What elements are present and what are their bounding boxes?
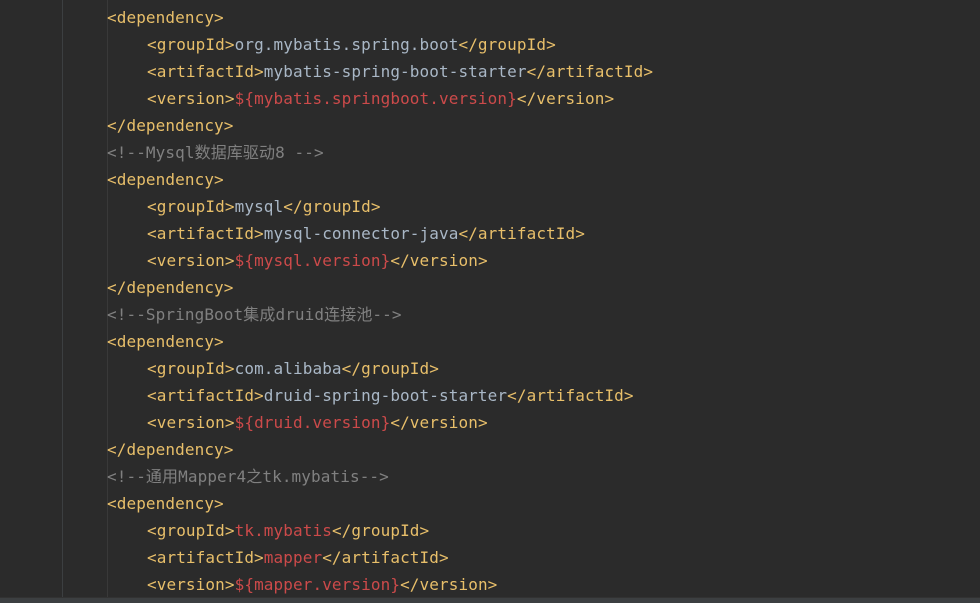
code-line[interactable]: <artifactId>mybatis-spring-boot-starter<… <box>0 58 980 85</box>
property-placeholder: tk.mybatis <box>234 521 332 540</box>
xml-tag: <artifactId> <box>147 548 264 567</box>
code-line[interactable]: <!--通用Mapper4之tk.mybatis--> <box>0 463 980 490</box>
xml-tag: <artifactId> <box>147 386 264 405</box>
code-line-content: <version>${mybatis.springboot.version}</… <box>147 85 614 112</box>
property-placeholder: ${mybatis.springboot.version} <box>234 89 517 108</box>
xml-tag: </dependency> <box>107 278 234 297</box>
code-line[interactable]: <!--SpringBoot集成druid连接池--> <box>0 301 980 328</box>
xml-tag: </dependency> <box>107 116 234 135</box>
code-editor[interactable]: <dependency> <groupId>org.mybatis.spring.… <box>0 0 980 603</box>
xml-tag: <groupId> <box>147 359 235 378</box>
code-line-content: <!--Mysql数据库驱动8 --> <box>107 139 324 166</box>
xml-comment: <!--SpringBoot集成druid连接池--> <box>107 305 402 324</box>
xml-tag: </version> <box>390 413 488 432</box>
code-line-content: <version>${mapper.version}</version> <box>147 571 497 598</box>
xml-tag: <artifactId> <box>147 62 264 81</box>
code-line[interactable]: <artifactId>mysql-connector-java</artifa… <box>0 220 980 247</box>
text-value: org.mybatis.spring.boot <box>234 35 459 54</box>
xml-tag: </version> <box>390 251 488 270</box>
code-line-content: <dependency> <box>107 490 224 517</box>
code-line-content: <dependency> <box>107 166 224 193</box>
xml-tag: <groupId> <box>147 521 235 540</box>
code-line[interactable]: <groupId>mysql</groupId> <box>0 193 980 220</box>
code-line[interactable]: </dependency> <box>0 112 980 139</box>
code-line[interactable]: <version>${druid.version}</version> <box>0 409 980 436</box>
code-line[interactable]: <groupId>com.alibaba</groupId> <box>0 355 980 382</box>
property-placeholder: ${druid.version} <box>234 413 391 432</box>
code-line-content: <version>${mysql.version}</version> <box>147 247 488 274</box>
xml-tag: <version> <box>147 251 235 270</box>
code-line[interactable]: </dependency> <box>0 274 980 301</box>
xml-comment: <!--Mysql数据库驱动8 --> <box>107 143 324 162</box>
code-line-content: <artifactId>mysql-connector-java</artifa… <box>147 220 585 247</box>
code-line[interactable]: <dependency> <box>0 166 980 193</box>
xml-tag: <dependency> <box>107 8 224 27</box>
code-line-content: <groupId>org.mybatis.spring.boot</groupI… <box>147 31 556 58</box>
xml-tag: <artifactId> <box>147 224 264 243</box>
code-line[interactable]: <!--Mysql数据库驱动8 --> <box>0 139 980 166</box>
xml-tag: </artifactId> <box>458 224 585 243</box>
property-placeholder: ${mysql.version} <box>234 251 391 270</box>
xml-tag: </groupId> <box>341 359 439 378</box>
code-line-content: <!--SpringBoot集成druid连接池--> <box>107 301 402 328</box>
xml-tag: </version> <box>516 89 615 108</box>
text-value: mybatis-spring-boot-starter <box>263 62 527 81</box>
code-line[interactable]: <groupId>org.mybatis.spring.boot</groupI… <box>0 31 980 58</box>
xml-tag: </version> <box>400 575 498 594</box>
xml-tag: <dependency> <box>107 170 224 189</box>
code-line[interactable]: <artifactId>mapper</artifactId> <box>0 544 980 571</box>
xml-tag: <dependency> <box>107 494 224 513</box>
text-value: com.alibaba <box>234 359 342 378</box>
code-line-content: <groupId>mysql</groupId> <box>147 193 381 220</box>
code-line-content: </dependency> <box>107 112 234 139</box>
code-line[interactable]: <dependency> <box>0 328 980 355</box>
code-line-content: <artifactId>mapper</artifactId> <box>147 544 449 571</box>
code-lines[interactable]: <dependency> <groupId>org.mybatis.spring.… <box>0 4 980 598</box>
code-line-content: <version>${druid.version}</version> <box>147 409 488 436</box>
code-line-content: </dependency> <box>107 436 234 463</box>
code-line[interactable]: <version>${mapper.version}</version> <box>0 571 980 598</box>
code-line-content: </dependency> <box>107 274 234 301</box>
code-line-content: <artifactId>druid-spring-boot-starter</a… <box>147 382 634 409</box>
xml-comment: <!--通用Mapper4之tk.mybatis--> <box>107 467 389 486</box>
code-line[interactable]: <version>${mybatis.springboot.version}</… <box>0 85 980 112</box>
xml-tag: </groupId> <box>331 521 430 540</box>
code-line[interactable]: </dependency> <box>0 436 980 463</box>
xml-tag: <version> <box>147 89 235 108</box>
xml-tag: <dependency> <box>107 332 224 351</box>
xml-tag: <groupId> <box>147 197 235 216</box>
code-line[interactable]: <version>${mysql.version}</version> <box>0 247 980 274</box>
code-line[interactable]: <groupId>tk.mybatis</groupId> <box>0 517 980 544</box>
xml-tag: </artifactId> <box>507 386 634 405</box>
text-value: mysql-connector-java <box>263 224 459 243</box>
xml-tag: </artifactId> <box>526 62 654 81</box>
code-line-content: <!--通用Mapper4之tk.mybatis--> <box>107 463 389 490</box>
xml-tag: <version> <box>147 575 235 594</box>
text-value: mysql <box>234 197 284 216</box>
property-placeholder: mapper <box>263 548 323 567</box>
xml-tag: </groupId> <box>283 197 381 216</box>
xml-tag: </artifactId> <box>322 548 449 567</box>
xml-tag: <version> <box>147 413 235 432</box>
code-line-content: <dependency> <box>107 328 224 355</box>
xml-tag: </dependency> <box>107 440 234 459</box>
text-value: druid-spring-boot-starter <box>263 386 508 405</box>
code-line-content: <dependency> <box>107 4 224 31</box>
horizontal-scrollbar[interactable] <box>0 597 980 603</box>
code-line-content: <groupId>com.alibaba</groupId> <box>147 355 439 382</box>
code-line-content: <groupId>tk.mybatis</groupId> <box>147 517 429 544</box>
xml-tag: </groupId> <box>458 35 556 54</box>
code-line[interactable]: <dependency> <box>0 4 980 31</box>
code-line-content: <artifactId>mybatis-spring-boot-starter<… <box>147 58 653 85</box>
xml-tag: <groupId> <box>147 35 235 54</box>
code-line[interactable]: <artifactId>druid-spring-boot-starter</a… <box>0 382 980 409</box>
property-placeholder: ${mapper.version} <box>234 575 401 594</box>
code-line[interactable]: <dependency> <box>0 490 980 517</box>
